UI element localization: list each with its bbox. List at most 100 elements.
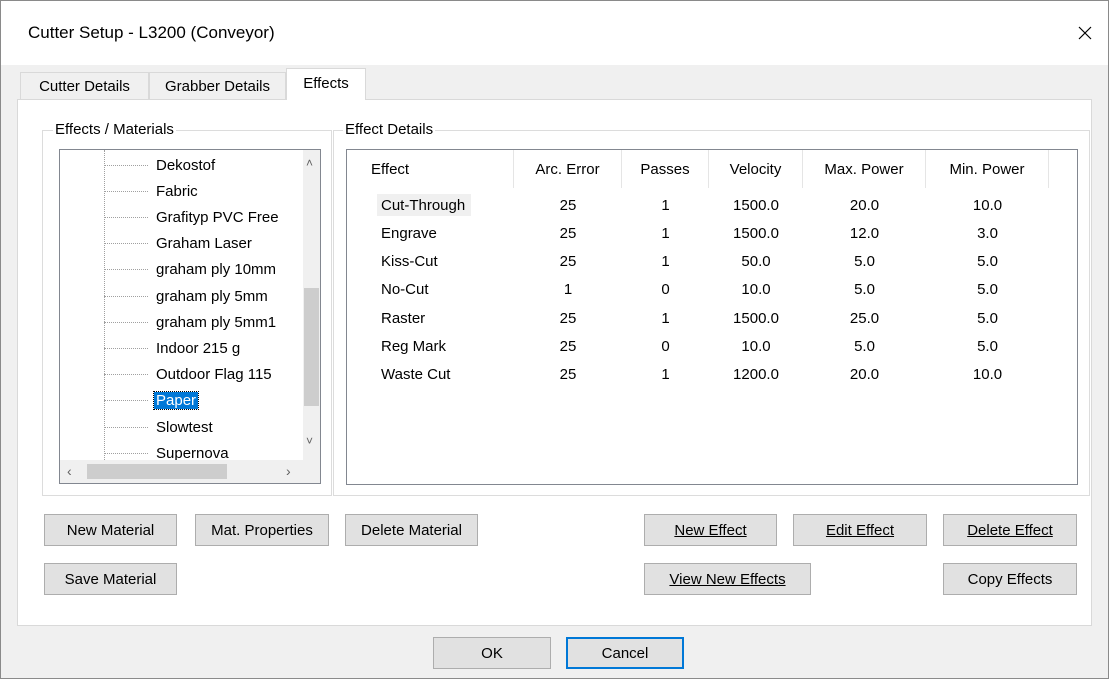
title-bar: Cutter Setup - L3200 (Conveyor) bbox=[1, 1, 1108, 65]
tab-effects[interactable]: Effects bbox=[286, 68, 366, 100]
table-cell: 5.0 bbox=[977, 253, 998, 271]
tree-connector bbox=[104, 295, 148, 297]
delete-material-button[interactable]: Delete Material bbox=[345, 514, 478, 546]
save-material-button[interactable]: Save Material bbox=[44, 563, 177, 595]
column-header[interactable]: Arc. Error bbox=[514, 150, 622, 188]
tree-item-material[interactable]: Fabric bbox=[104, 180, 200, 202]
table-cell: 10.0 bbox=[972, 196, 1003, 214]
effect-name-cell: Cut-Through bbox=[377, 194, 472, 216]
horizontal-scroll-thumb[interactable] bbox=[87, 464, 227, 479]
table-cell: 10.0 bbox=[741, 281, 771, 299]
tree-item-label: graham ply 10mm bbox=[156, 261, 277, 279]
tree-item-material[interactable]: Outdoor Flag 115 bbox=[104, 364, 274, 386]
tree-item-label: graham ply 5mm bbox=[156, 287, 268, 305]
table-cell: 1 bbox=[661, 309, 670, 327]
new-material-button[interactable]: New Material bbox=[44, 514, 177, 546]
tree-connector bbox=[104, 347, 148, 349]
table-cell: 1 bbox=[563, 281, 573, 299]
tree-connector bbox=[104, 400, 148, 402]
table-cell: 25 bbox=[559, 253, 577, 271]
tree-connector bbox=[104, 243, 148, 245]
column-header[interactable]: Passes bbox=[622, 150, 709, 188]
tree-connector bbox=[104, 269, 148, 271]
materials-group-label: Effects / Materials bbox=[53, 121, 176, 138]
table-cell: 1200.0 bbox=[733, 366, 779, 384]
tree-item-label: graham ply 5mm1 bbox=[156, 313, 277, 331]
edit-effect-button[interactable]: Edit Effect bbox=[793, 514, 927, 546]
effect-details-group-label: Effect Details bbox=[343, 121, 436, 138]
tab-label: Effects bbox=[303, 75, 349, 92]
tree-connector bbox=[104, 374, 148, 376]
effect-name-cell: No-Cut bbox=[381, 281, 429, 299]
tab-cutter-details[interactable]: Cutter Details bbox=[20, 72, 149, 100]
vertical-scrollbar[interactable]: ˄ ˅ bbox=[303, 150, 320, 460]
copy-effects-button[interactable]: Copy Effects bbox=[943, 563, 1077, 595]
chevron-up-icon[interactable]: ˄ bbox=[306, 156, 313, 170]
tree-item-material[interactable]: graham ply 10mm bbox=[104, 259, 278, 281]
effect-name-cell: Reg Mark bbox=[381, 338, 447, 355]
table-cell: 12.0 bbox=[849, 224, 880, 242]
tree-item-material[interactable]: Slowtest bbox=[104, 416, 215, 438]
tree-item-label: Slowtest bbox=[156, 418, 213, 436]
tree-item-label: Indoor 215 g bbox=[156, 339, 241, 357]
chevron-down-icon[interactable]: ˅ bbox=[306, 434, 313, 448]
tree-connector bbox=[104, 321, 148, 323]
vertical-scroll-thumb[interactable] bbox=[304, 288, 319, 406]
table-cell: 5.0 bbox=[977, 309, 998, 327]
column-header[interactable]: Velocity bbox=[709, 150, 803, 188]
table-cell: 1 bbox=[661, 366, 670, 384]
table-cell: 5.0 bbox=[854, 338, 875, 355]
effect-name-cell: Waste Cut bbox=[381, 366, 451, 384]
tree-connector bbox=[104, 426, 148, 428]
mat-properties-button[interactable]: Mat. Properties bbox=[195, 514, 329, 546]
tree-item-material[interactable]: Indoor 215 g bbox=[104, 337, 242, 359]
effect-name-cell: Raster bbox=[381, 309, 426, 327]
table-cell: 25.0 bbox=[849, 309, 880, 327]
tree-connector bbox=[104, 216, 148, 218]
effect-name-cell: Engrave bbox=[381, 224, 437, 242]
table-cell: 5.0 bbox=[977, 338, 998, 355]
table-cell: 20.0 bbox=[849, 366, 880, 384]
table-cell: 1500.0 bbox=[733, 224, 779, 242]
tree-item-material[interactable]: Dekostof bbox=[104, 154, 217, 176]
column-header[interactable]: Max. Power bbox=[803, 150, 926, 188]
cancel-button[interactable]: Cancel bbox=[566, 637, 684, 669]
table-cell: 1 bbox=[661, 253, 670, 271]
column-header[interactable]: Effect bbox=[347, 150, 514, 188]
chevron-right-icon[interactable]: › bbox=[286, 463, 291, 479]
view-new-effects-button[interactable]: View New Effects bbox=[644, 563, 811, 595]
dialog-title: Cutter Setup - L3200 (Conveyor) bbox=[28, 23, 275, 42]
materials-tree[interactable]: Dekostof Fabric Grafityp PVC Free Graham La… bbox=[59, 149, 321, 484]
tree-item-label: Dekostof bbox=[156, 156, 216, 174]
table-cell: 1 bbox=[661, 224, 670, 242]
table-cell: 50.0 bbox=[741, 253, 771, 271]
table-cell: 1500.0 bbox=[733, 309, 779, 327]
effects-table[interactable]: Effect Arc. Error Passes Velocity Max. Power… bbox=[346, 149, 1078, 485]
table-cell: 10.0 bbox=[972, 366, 1003, 384]
table-cell: 10.0 bbox=[741, 338, 771, 355]
new-effect-button[interactable]: New Effect bbox=[644, 514, 777, 546]
tree-item-material[interactable]: Graham Laser bbox=[104, 233, 254, 255]
table-cell: 5.0 bbox=[854, 253, 875, 271]
effect-name-cell: Kiss-Cut bbox=[381, 253, 438, 271]
table-cell: 20.0 bbox=[849, 196, 880, 214]
tree-item-label: Grafityp PVC Free bbox=[156, 208, 279, 226]
table-cell: 25 bbox=[559, 196, 577, 214]
tab-grabber-details[interactable]: Grabber Details bbox=[149, 72, 286, 100]
tree-item-material[interactable]: Grafityp PVC Free bbox=[104, 206, 281, 228]
delete-effect-button[interactable]: Delete Effect bbox=[943, 514, 1077, 546]
ok-button[interactable]: OK bbox=[433, 637, 551, 669]
tree-item-material[interactable]: graham ply 5mm bbox=[104, 285, 270, 307]
chevron-left-icon[interactable]: ‹ bbox=[67, 463, 72, 479]
tree-item-label: Fabric bbox=[156, 182, 198, 200]
tree-connector bbox=[104, 190, 148, 192]
column-header[interactable]: Min. Power bbox=[926, 150, 1049, 188]
tab-label: Grabber Details bbox=[164, 78, 271, 95]
table-cell: 0 bbox=[661, 338, 670, 355]
table-cell: 1500.0 bbox=[733, 196, 779, 214]
tree-item-material[interactable]: graham ply 5mm1 bbox=[104, 311, 278, 333]
table-cell: 5.0 bbox=[977, 281, 998, 299]
close-button[interactable] bbox=[1062, 1, 1108, 65]
horizontal-scrollbar[interactable]: ‹ › bbox=[60, 460, 320, 483]
tree-item-material[interactable]: Paper bbox=[104, 390, 200, 412]
